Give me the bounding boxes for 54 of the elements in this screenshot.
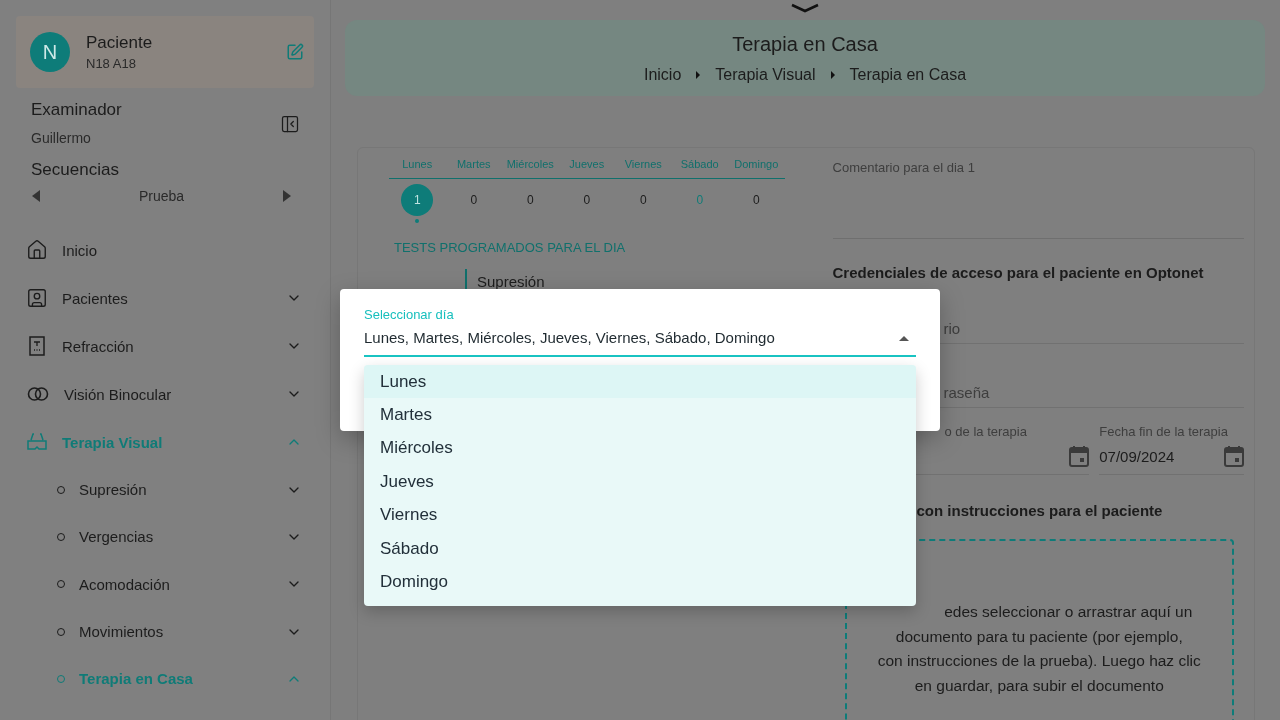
sequences-label: Secuencias bbox=[31, 160, 120, 180]
nav-subitem[interactable]: Acomodación bbox=[0, 560, 330, 608]
patient-title: Paciente bbox=[86, 33, 154, 53]
examiner-label: Examinador bbox=[31, 100, 122, 120]
nav-item[interactable]: Inicio bbox=[0, 226, 330, 274]
weekday-label: Miércoles bbox=[505, 158, 555, 170]
calendar-icon[interactable] bbox=[1069, 445, 1090, 467]
chevron-down-icon[interactable] bbox=[790, 2, 820, 14]
day-count[interactable]: 0 bbox=[457, 184, 490, 216]
nav-subitem[interactable]: Movimientos bbox=[0, 607, 330, 656]
sequence-name: Prueba bbox=[138, 188, 185, 204]
weekday-label: Lunes bbox=[401, 158, 434, 170]
end-date-field[interactable]: Fecha fin de la terapia 07/09/2024 bbox=[1099, 424, 1244, 475]
day-select[interactable]: Seleccionar día Lunes, Martes, Miércoles, Jueves, Viernes, Sábado, Domingo bbox=[364, 307, 916, 357]
selected-dot bbox=[415, 219, 420, 223]
day-count[interactable]: 1 bbox=[401, 184, 434, 216]
comment-field[interactable]: Comentario para el dia 1 bbox=[832, 158, 1244, 239]
examiner-name: Guillermo bbox=[31, 130, 92, 146]
nav-subitem[interactable]: Supresión bbox=[0, 466, 330, 514]
day-count[interactable]: 0 bbox=[570, 184, 603, 216]
credentials-heading: Credenciales de acceso para el paciente en Optonet bbox=[832, 264, 1205, 281]
nav-subitem[interactable]: Vergencias bbox=[0, 513, 330, 561]
weekday-label: Martes bbox=[455, 158, 492, 170]
breadcrumb-link[interactable]: Inicio bbox=[643, 65, 682, 84]
weekday-label: Domingo bbox=[733, 158, 780, 170]
weekday-label: Sábado bbox=[679, 158, 720, 170]
nav-item[interactable]: Visión Binocular bbox=[0, 370, 330, 418]
tests-heading: TESTS PROGRAMADOS PARA EL DIA bbox=[393, 240, 627, 255]
nav-item[interactable]: Refracción bbox=[0, 322, 330, 370]
collapse-sidebar-icon[interactable] bbox=[280, 114, 300, 134]
day-count[interactable]: 0 bbox=[740, 184, 773, 216]
weekday-label: Viernes bbox=[623, 158, 663, 170]
breadcrumb-separator-icon bbox=[829, 69, 836, 80]
weekday-label: Jueves bbox=[568, 158, 606, 170]
breadcrumb-link[interactable]: Terapia en Casa bbox=[849, 65, 967, 84]
page-title: Terapia en Casa bbox=[732, 32, 878, 56]
caret-up-icon[interactable] bbox=[898, 334, 910, 341]
day-option[interactable]: Viernes bbox=[364, 498, 916, 532]
document-heading: con instrucciones para el paciente bbox=[915, 502, 1164, 519]
next-icon[interactable] bbox=[282, 190, 292, 202]
breadcrumb-link[interactable]: Terapia Visual bbox=[715, 65, 816, 84]
calendar-icon[interactable] bbox=[1224, 445, 1244, 467]
previous-icon[interactable] bbox=[31, 190, 41, 202]
day-count[interactable]: 0 bbox=[627, 184, 660, 216]
breadcrumb-separator-icon bbox=[695, 69, 702, 80]
patient-id: N18 A18 bbox=[86, 56, 137, 71]
day-count[interactable]: 0 bbox=[514, 184, 547, 216]
goggles-icon bbox=[26, 431, 48, 453]
eye-chart-icon bbox=[26, 335, 48, 357]
avatar: N bbox=[30, 32, 70, 72]
nav-item[interactable]: Pacientes bbox=[0, 274, 330, 322]
day-option[interactable]: Lunes bbox=[364, 365, 916, 399]
user-icon bbox=[26, 287, 48, 309]
home-icon bbox=[26, 239, 48, 261]
